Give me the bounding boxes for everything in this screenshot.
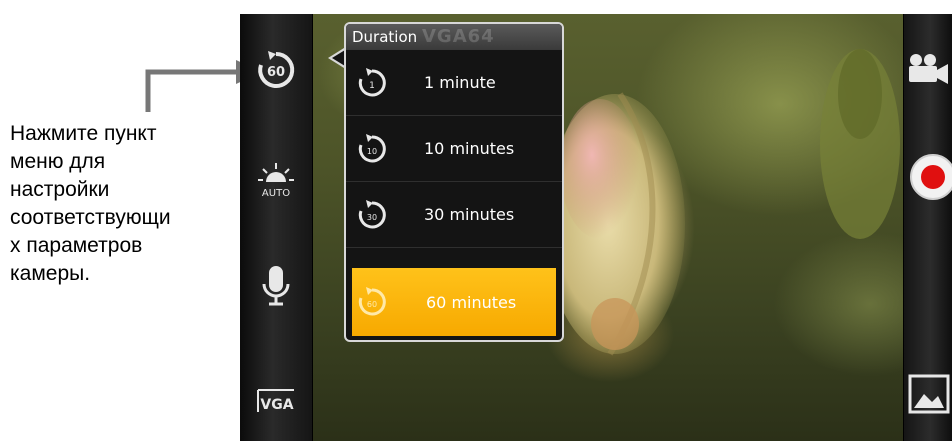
white-balance-icon-text: AUTO [262,188,290,199]
option-label: 30 minutes [424,205,515,224]
timer-10-icon-text: 10 [367,147,377,156]
duration-option-60-minutes[interactable]: 60 60 minutes [352,268,556,336]
microphone-setting-button[interactable] [250,259,302,311]
option-label: 60 minutes [426,292,517,312]
white-balance-setting-button[interactable]: AUTO [250,154,302,206]
video-quality-setting-button[interactable]: VGA [250,374,302,426]
gallery-icon [908,374,950,414]
microphone-icon [262,266,290,306]
timer-30-icon: 30 [358,199,386,228]
timer-1-icon-text: 1 [369,81,375,91]
popup-header: VGA64 Duration [346,24,562,50]
record-icon [910,154,952,200]
option-label: 10 minutes [424,139,515,158]
background-bud-image [820,49,900,239]
timer-60-icon: 60 [258,51,295,88]
popup-ghost-text: VGA64 [422,26,495,47]
gallery-button[interactable] [908,374,950,414]
vga-icon-text: VGA [260,397,293,413]
sun-auto-icon: AUTO [258,163,294,199]
timer-1-icon: 1 [358,67,386,96]
vga-icon: VGA [257,389,294,413]
option-label: 1 minute [424,73,496,92]
popup-title: Duration [352,28,418,46]
timer-60-icon-text: 60 [367,300,377,309]
duration-icon-text: 60 [267,65,285,80]
camera-screen: 60 AUTO VGA VGA64 Duration 1 1 minute 10… [240,14,952,441]
left-settings-bar: 60 AUTO VGA [240,14,313,441]
duration-setting-button[interactable]: 60 [250,44,302,96]
timer-10-icon: 10 [358,133,386,162]
camera-mode-switch[interactable] [906,52,950,86]
right-controls-bar [903,14,952,441]
instruction-caption: Нажмите пункт меню для настройки соответ… [10,122,171,285]
duration-option-1-minute[interactable]: 1 1 minute [346,50,562,116]
record-button[interactable] [910,154,952,200]
timer-60-icon: 60 [358,287,386,316]
duration-popup: VGA64 Duration 1 1 minute 10 10 minutes [344,22,564,342]
duration-option-30-minutes[interactable]: 30 30 minutes [346,182,562,248]
timer-30-icon-text: 30 [367,213,377,222]
small-bud-image [591,298,639,350]
video-camera-icon [909,54,948,84]
duration-option-10-minutes[interactable]: 10 10 minutes [346,116,562,182]
